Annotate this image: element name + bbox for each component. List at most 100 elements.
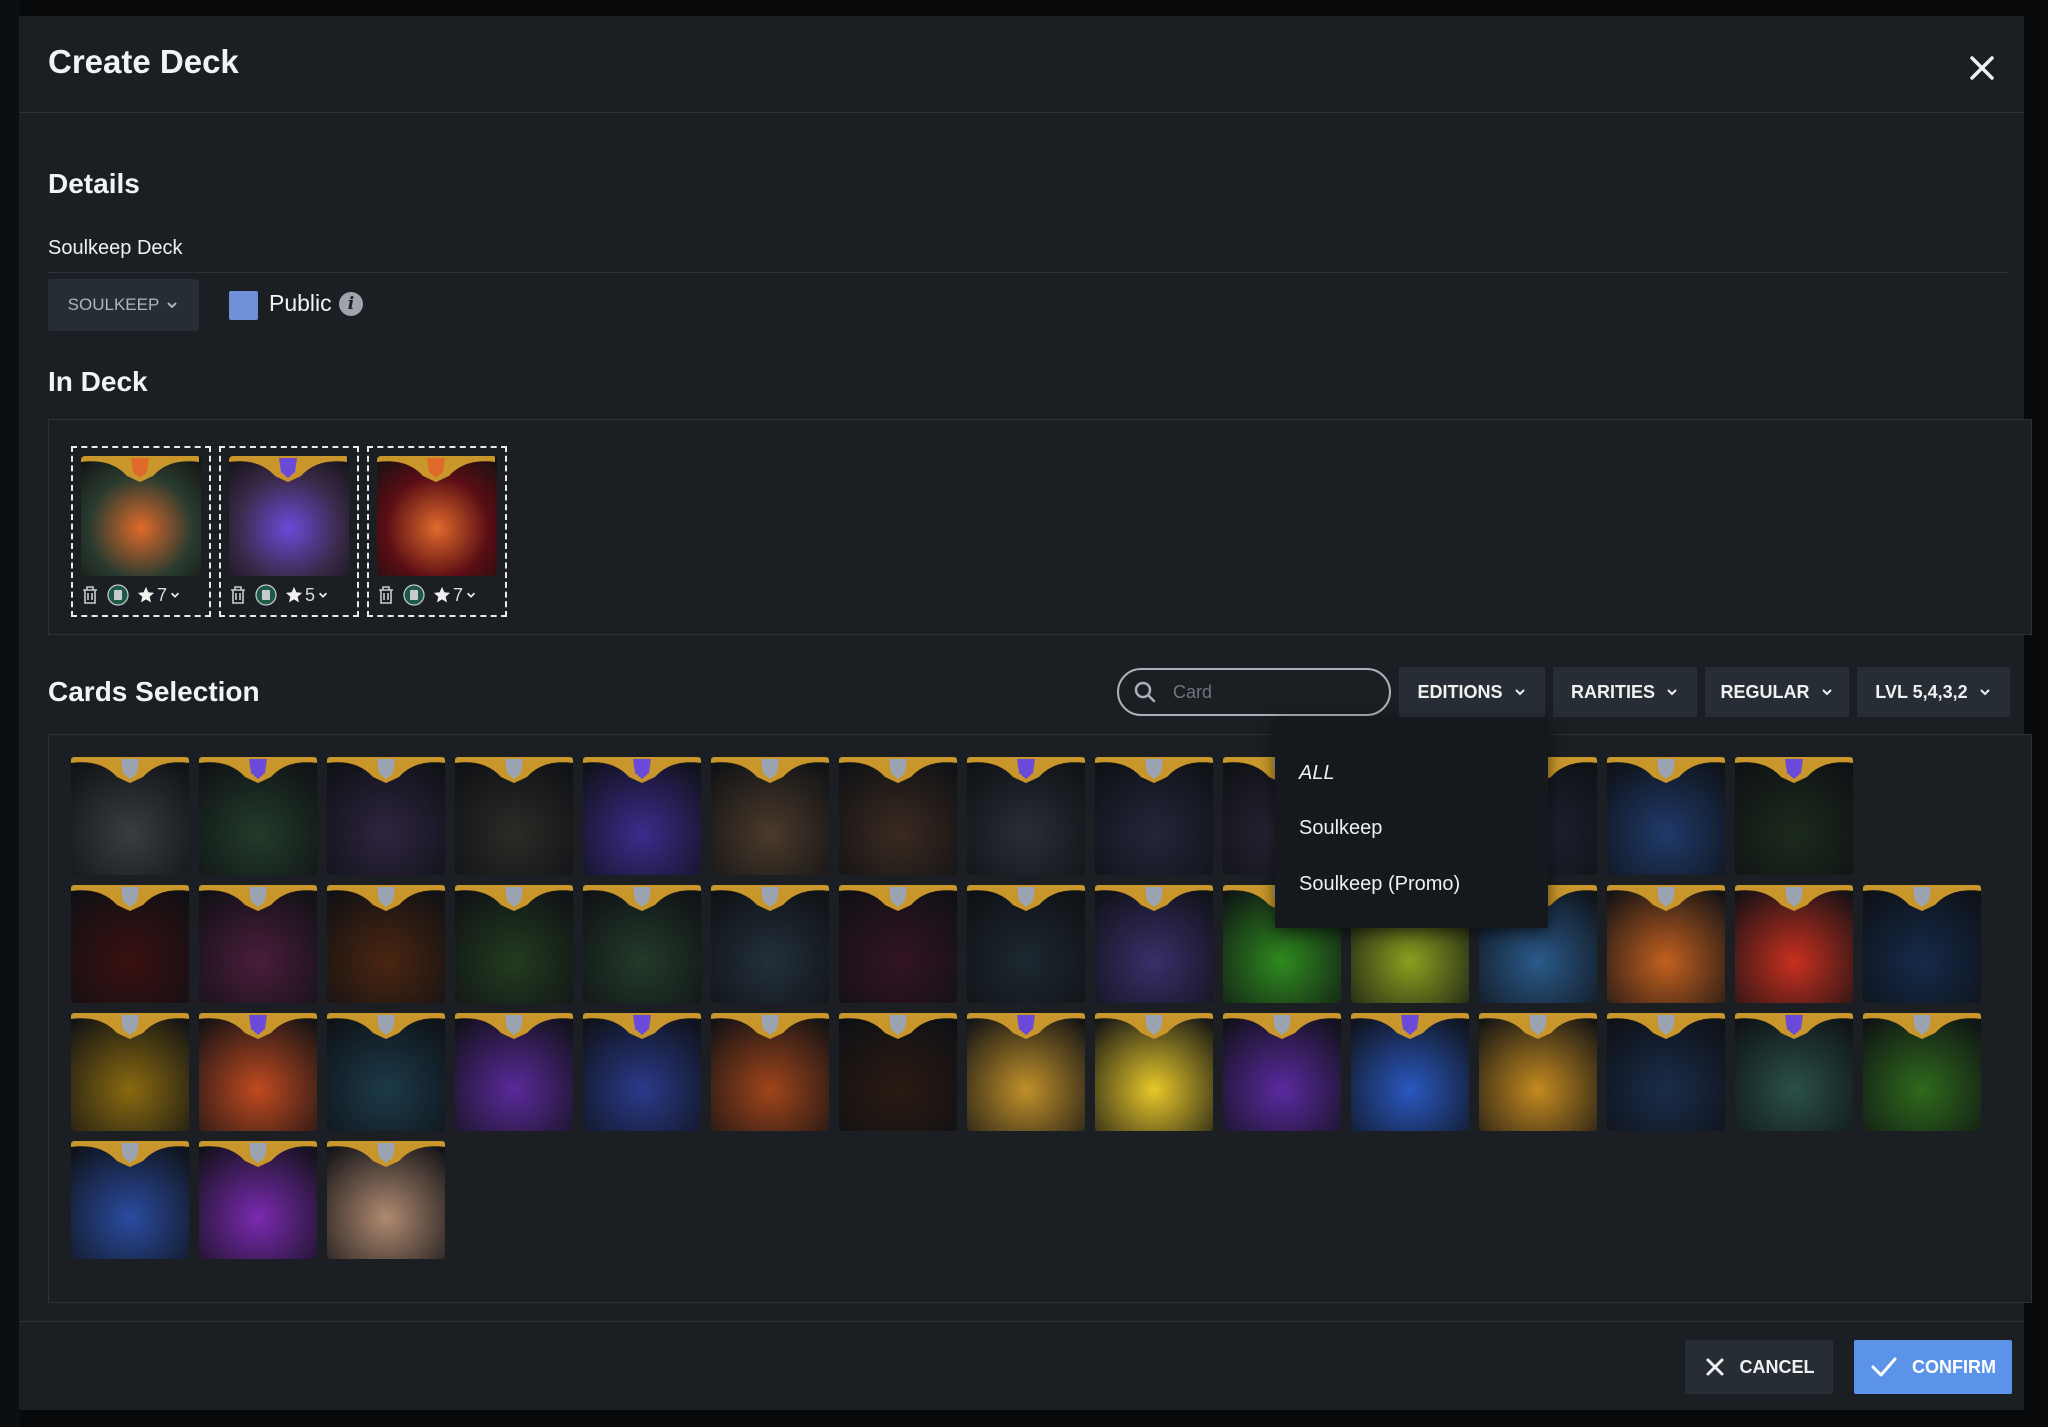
- deck-card[interactable]: 7: [367, 446, 507, 617]
- dropdown-item-soulkeep-promo[interactable]: Soulkeep (Promo): [1299, 873, 1460, 896]
- selection-card[interactable]: [455, 757, 573, 875]
- dropdown-item-soulkeep[interactable]: Soulkeep: [1299, 817, 1382, 840]
- card-frame: [1735, 757, 1853, 783]
- selection-card[interactable]: [1095, 1013, 1213, 1131]
- level-display[interactable]: 7: [433, 585, 477, 606]
- selection-card[interactable]: [199, 757, 317, 875]
- cancel-label: CANCEL: [1739, 1356, 1815, 1377]
- selection-card[interactable]: [1863, 1013, 1981, 1131]
- confirm-button[interactable]: CONFIRM: [1854, 1340, 2012, 1394]
- selection-card[interactable]: [711, 757, 829, 875]
- regular-filter-button[interactable]: REGULAR: [1705, 667, 1849, 717]
- card-frame: [199, 1013, 317, 1039]
- dropdown-item-all[interactable]: ALL: [1299, 762, 1335, 785]
- selection-card[interactable]: [199, 1141, 317, 1259]
- level-filter-button[interactable]: LVL 5,4,3,2: [1857, 667, 2010, 717]
- selection-card[interactable]: [1735, 1013, 1853, 1131]
- card-frame: [71, 1013, 189, 1039]
- deck-card-controls: 7: [377, 582, 501, 608]
- selection-card[interactable]: [583, 885, 701, 1003]
- selection-card[interactable]: [1607, 1013, 1725, 1131]
- selection-card[interactable]: [1479, 1013, 1597, 1131]
- gold-foil-icon[interactable]: [107, 584, 129, 606]
- selection-card[interactable]: [327, 885, 445, 1003]
- selection-card[interactable]: [199, 1013, 317, 1131]
- card-frame: [1607, 1013, 1725, 1039]
- level-value: 5: [305, 584, 316, 605]
- selection-card[interactable]: [327, 1141, 445, 1259]
- card-frame: [327, 885, 445, 911]
- gold-foil-icon[interactable]: [255, 584, 277, 606]
- card-frame: [1863, 885, 1981, 911]
- gold-foil-icon[interactable]: [403, 584, 425, 606]
- chevron-down-icon: [1514, 689, 1525, 696]
- trash-icon[interactable]: [377, 585, 395, 605]
- search-icon: [1134, 681, 1156, 703]
- public-checkbox[interactable]: [229, 291, 258, 320]
- card-frame: [71, 1141, 189, 1167]
- level-display[interactable]: 5: [285, 585, 329, 606]
- trash-icon[interactable]: [81, 585, 99, 605]
- card-frame: [1095, 757, 1213, 783]
- selection-card[interactable]: [839, 885, 957, 1003]
- selection-card[interactable]: [1095, 885, 1213, 1003]
- public-label: Public: [269, 290, 332, 316]
- edition-select-label: SOULKEEP: [67, 295, 160, 314]
- chevron-down-icon: [466, 592, 476, 598]
- close-icon: [1970, 56, 1994, 80]
- confirm-label: CONFIRM: [1912, 1356, 1996, 1377]
- selection-card[interactable]: [839, 757, 957, 875]
- selection-card[interactable]: [583, 757, 701, 875]
- selection-card[interactable]: [1607, 757, 1725, 875]
- selection-card[interactable]: [839, 1013, 957, 1131]
- selection-card[interactable]: [71, 885, 189, 1003]
- edition-select[interactable]: SOULKEEP: [48, 279, 199, 331]
- cards-selection-heading: Cards Selection: [48, 676, 260, 707]
- deck-card[interactable]: 7: [71, 446, 211, 617]
- deck-card-art: [81, 456, 201, 576]
- info-icon[interactable]: i: [339, 292, 363, 316]
- selection-card[interactable]: [967, 1013, 1085, 1131]
- selection-card[interactable]: [1735, 757, 1853, 875]
- modal-header: Create Deck: [19, 16, 2024, 113]
- card-frame: [1735, 1013, 1853, 1039]
- selection-card[interactable]: [455, 885, 573, 1003]
- selection-card[interactable]: [327, 757, 445, 875]
- card-frame: [71, 757, 189, 783]
- selection-card[interactable]: [71, 1013, 189, 1131]
- rarities-filter-button[interactable]: RARITIES: [1553, 667, 1697, 717]
- selection-card[interactable]: [327, 1013, 445, 1131]
- selection-card[interactable]: [711, 885, 829, 1003]
- selection-card[interactable]: [1607, 885, 1725, 1003]
- chevron-down-icon: [318, 592, 328, 598]
- deck-card[interactable]: 5: [219, 446, 359, 617]
- card-frame: [711, 885, 829, 911]
- selection-card[interactable]: [71, 757, 189, 875]
- close-button[interactable]: [1962, 48, 2002, 88]
- card-frame: [1607, 757, 1725, 783]
- page-backdrop: [0, 0, 20, 1427]
- selection-card[interactable]: [967, 757, 1085, 875]
- selection-card[interactable]: [967, 885, 1085, 1003]
- trash-icon[interactable]: [229, 585, 247, 605]
- selection-card[interactable]: [711, 1013, 829, 1131]
- card-frame: [583, 757, 701, 783]
- selection-card[interactable]: [1223, 1013, 1341, 1131]
- selection-card[interactable]: [199, 885, 317, 1003]
- selection-card[interactable]: [1735, 885, 1853, 1003]
- selection-card[interactable]: [1863, 885, 1981, 1003]
- selection-card[interactable]: [455, 1013, 573, 1131]
- chevron-down-icon: [170, 592, 180, 598]
- editions-filter-button[interactable]: EDITIONS: [1399, 667, 1545, 717]
- deck-name-field[interactable]: Soulkeep Deck: [48, 224, 2008, 273]
- card-search-input[interactable]: [1171, 680, 1365, 704]
- cancel-button[interactable]: CANCEL: [1685, 1340, 1833, 1394]
- level-display[interactable]: 7: [137, 585, 181, 606]
- card-frame: [583, 885, 701, 911]
- selection-card[interactable]: [71, 1141, 189, 1259]
- cards-grid-panel: [48, 734, 2032, 1303]
- selection-card[interactable]: [1351, 1013, 1469, 1131]
- in-deck-panel: 7 5 7: [48, 419, 2032, 635]
- selection-card[interactable]: [1095, 757, 1213, 875]
- selection-card[interactable]: [583, 1013, 701, 1131]
